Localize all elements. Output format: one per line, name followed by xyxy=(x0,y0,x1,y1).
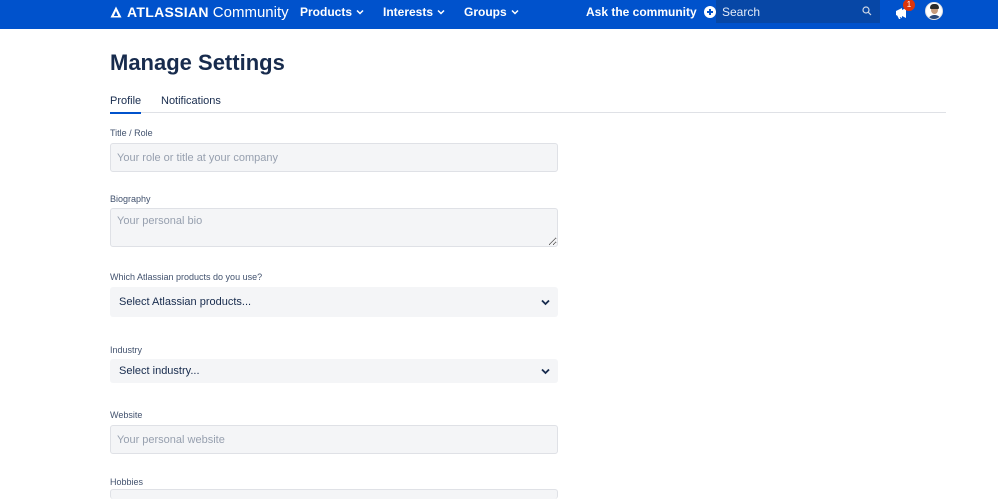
settings-tabs: Profile Notifications xyxy=(110,95,946,114)
logo-product-text: Community xyxy=(212,3,289,21)
ask-the-community-button[interactable]: Ask the community xyxy=(586,0,716,24)
nav-groups-label: Groups xyxy=(464,5,507,19)
tab-notifications[interactable]: Notifications xyxy=(161,95,221,113)
chevron-down-icon xyxy=(356,9,364,15)
avatar-hair-shape xyxy=(930,4,939,9)
industry-label: Industry xyxy=(110,345,143,355)
atlassian-community-logo[interactable]: ATLASSIAN Community xyxy=(110,0,289,24)
website-label: Website xyxy=(110,410,143,420)
products-select-value: Select Atlassian products... xyxy=(119,296,252,308)
biography-textarea[interactable] xyxy=(110,208,558,247)
nav-interests[interactable]: Interests xyxy=(383,0,445,24)
industry-select[interactable]: Select industry... xyxy=(110,359,558,383)
atlassian-logo-icon xyxy=(110,6,122,18)
search-input[interactable] xyxy=(716,4,856,19)
title-role-input[interactable] xyxy=(110,143,558,172)
products-select[interactable]: Select Atlassian products... xyxy=(110,287,558,317)
top-nav-bar: ATLASSIAN Community Products Interests G… xyxy=(0,0,998,29)
page-title: Manage Settings xyxy=(110,50,285,75)
industry-select-value: Select industry... xyxy=(119,365,200,377)
nav-products-label: Products xyxy=(300,5,353,19)
biography-label: Biography xyxy=(110,194,151,204)
products-label: Which Atlassian products do you use? xyxy=(110,272,263,282)
nav-interests-label: Interests xyxy=(383,5,434,19)
nav-products[interactable]: Products xyxy=(300,0,364,24)
nav-groups[interactable]: Groups xyxy=(464,0,519,24)
website-input[interactable] xyxy=(110,425,558,454)
ask-the-community-label: Ask the community xyxy=(586,5,697,19)
chevron-down-icon xyxy=(511,9,519,15)
search-icon[interactable] xyxy=(862,6,872,16)
avatar-body-shape xyxy=(928,15,941,19)
notifications-button[interactable]: 1 xyxy=(892,0,915,22)
chevron-down-icon xyxy=(437,9,445,15)
notification-count-badge: 1 xyxy=(903,0,915,11)
chevron-down-icon xyxy=(541,299,550,306)
plus-circle-icon xyxy=(703,6,716,18)
tab-profile[interactable]: Profile xyxy=(110,95,142,114)
hobbies-input[interactable] xyxy=(110,489,558,499)
title-role-label: Title / Role xyxy=(110,128,153,138)
chevron-down-icon xyxy=(541,368,550,375)
search-box xyxy=(716,0,880,23)
hobbies-label: Hobbies xyxy=(110,477,144,487)
logo-brand-text: ATLASSIAN xyxy=(127,4,209,20)
user-avatar[interactable] xyxy=(925,2,943,20)
